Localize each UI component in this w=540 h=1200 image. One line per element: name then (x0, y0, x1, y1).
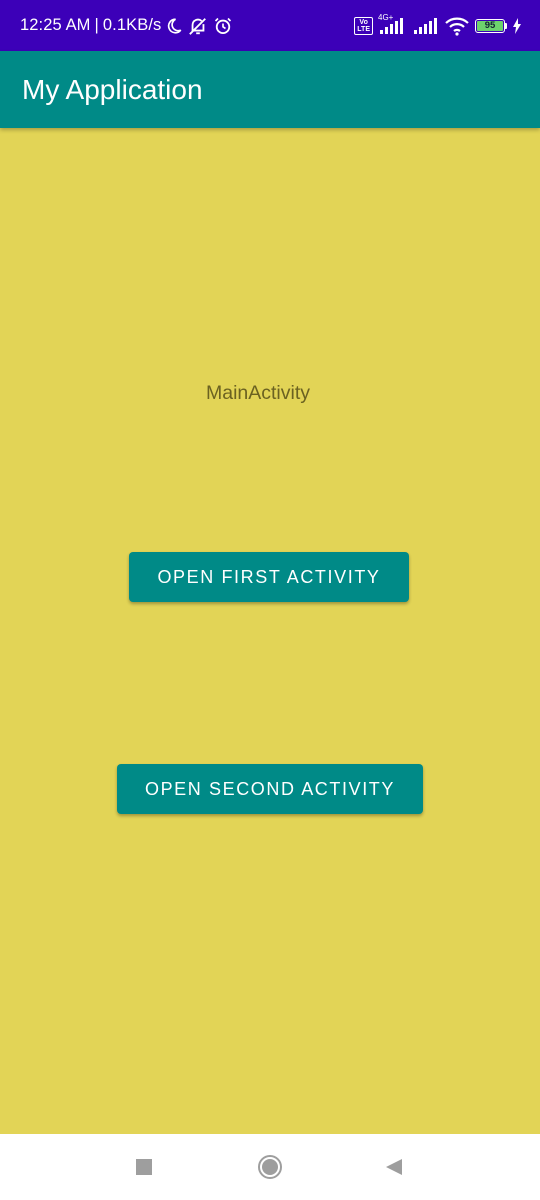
screen: 12:25 AM | 0.1KB/s Vo LTE 4G+ 95 My Appl… (0, 0, 540, 1200)
network-speed: 0.1KB/s (102, 16, 162, 34)
back-icon (386, 1159, 402, 1175)
alarm-icon (213, 16, 233, 36)
recent-apps-icon (136, 1159, 152, 1175)
app-bar: My Application (0, 51, 540, 128)
open-second-activity-button[interactable]: OPEN SECOND ACTIVITY (117, 764, 423, 814)
navigation-bar (0, 1134, 540, 1200)
status-right: Vo LTE 4G+ 95 (354, 12, 522, 36)
open-first-activity-button[interactable]: OPEN FIRST ACTIVITY (129, 552, 409, 602)
battery-level: 95 (477, 20, 503, 31)
charging-icon (512, 17, 522, 34)
signal-icon: 4G+ (378, 12, 408, 35)
main-activity-label: MainActivity (205, 382, 311, 404)
home-button[interactable] (240, 1134, 300, 1200)
network-tag: 4G+ (378, 12, 394, 22)
battery-icon: 95 (475, 18, 507, 33)
home-icon (258, 1155, 282, 1179)
status-time: 12:25 AM (20, 16, 91, 34)
status-separator: | (94, 16, 99, 34)
status-left: 12:25 AM | 0.1KB/s (20, 16, 233, 36)
status-bar: 12:25 AM | 0.1KB/s Vo LTE 4G+ 95 (0, 0, 540, 51)
wifi-icon (444, 16, 470, 36)
bell-off-icon (187, 16, 209, 36)
moon-icon (165, 17, 183, 35)
recent-apps-button[interactable] (114, 1134, 174, 1200)
app-title: My Application (22, 73, 203, 105)
signal-2-icon (413, 17, 439, 35)
volte-icon: Vo LTE (354, 16, 373, 35)
back-button[interactable] (364, 1134, 424, 1200)
